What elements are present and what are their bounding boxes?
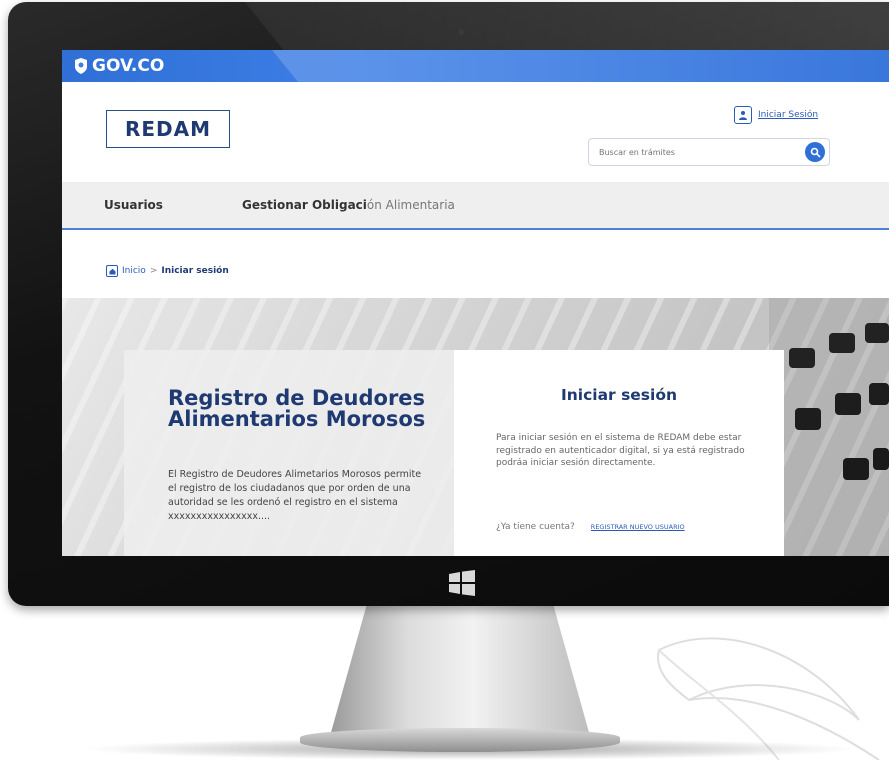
nav-item-gestionar-label-light: ón Alimentaria xyxy=(366,198,455,212)
register-new-user-link[interactable]: REGISTRAR NUEVO USUARIO xyxy=(591,523,685,531)
account-row: ¿Ya tiene cuenta? REGISTRAR NUEVO USUARI… xyxy=(496,522,685,532)
nav-item-gestionar-label-bold: Gestionar Obligaci xyxy=(242,198,367,212)
windows-logo-icon xyxy=(449,570,475,596)
redam-logo[interactable]: REDAM xyxy=(106,110,230,148)
gov-co-logo[interactable]: GOV.CO xyxy=(74,56,164,76)
header-login-label: Iniciar Sesión xyxy=(758,110,819,120)
header-login-link[interactable]: Iniciar Sesión xyxy=(734,106,818,124)
breadcrumb-current: Iniciar sesión xyxy=(161,266,229,276)
breadcrumb: Inicio > Iniciar sesión xyxy=(106,265,229,277)
account-question: ¿Ya tiene cuenta? xyxy=(496,522,575,532)
info-card-text: El Registro de Deudores Alimetarios Moro… xyxy=(168,469,422,522)
gov-shield-icon xyxy=(75,58,87,74)
calculator-keys-image xyxy=(769,298,889,556)
login-card: Iniciar sesión Para iniciar sesión en el… xyxy=(454,350,784,556)
breadcrumb-separator: > xyxy=(149,266,158,276)
search-box xyxy=(588,138,830,166)
monitor-base xyxy=(300,728,620,752)
gov-top-bar: GOV.CO xyxy=(62,50,889,82)
webcam-icon xyxy=(458,29,464,35)
monitor-stand xyxy=(330,606,590,736)
user-icon xyxy=(734,106,752,124)
gov-logo-text: GOV.CO xyxy=(92,56,165,76)
main-nav: Usuarios Gestionar Obligación Alimentari… xyxy=(62,182,889,230)
search-input[interactable] xyxy=(589,139,801,165)
breadcrumb-home-link[interactable]: Inicio xyxy=(122,266,146,276)
login-card-title: Iniciar sesión xyxy=(560,386,678,404)
search-button[interactable] xyxy=(805,142,825,162)
monitor-screen: GOV.CO REDAM Iniciar Sesión Usuarios Ges… xyxy=(62,50,889,556)
info-card-title: Registro de Deudores Alimentarios Moroso… xyxy=(168,386,426,431)
search-icon xyxy=(810,147,821,158)
home-icon[interactable] xyxy=(106,265,118,277)
login-card-description: Para iniciar sesión en el sistema de RED… xyxy=(496,433,745,468)
nav-item-usuarios[interactable]: Usuarios xyxy=(104,198,163,212)
info-card: Registro de Deudores Alimentarios Moroso… xyxy=(124,350,454,556)
nav-item-gestionar-obligacion[interactable]: Gestionar Obligación Alimentaria xyxy=(242,198,455,212)
monitor-gloss xyxy=(245,2,889,52)
